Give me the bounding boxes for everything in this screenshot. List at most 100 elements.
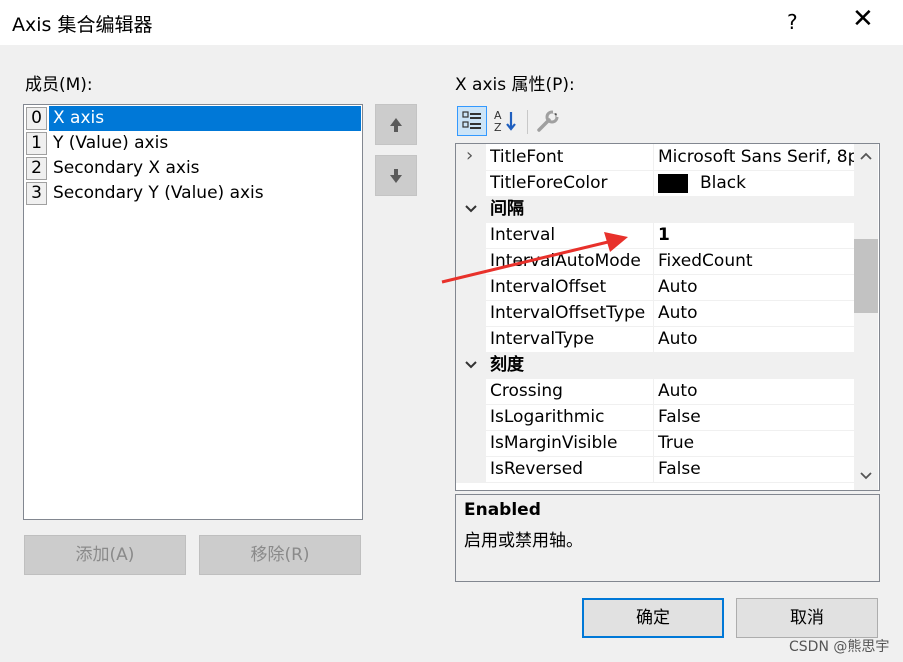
property-name: IntervalType — [490, 329, 595, 349]
property-value[interactable]: Auto — [658, 326, 697, 352]
property-name: IntervalOffsetType — [490, 303, 646, 323]
property-row[interactable]: IntervalAutoMode FixedCount — [456, 248, 854, 275]
cancel-button[interactable]: 取消 — [736, 598, 878, 638]
column-divider — [653, 274, 654, 300]
category-row[interactable]: 刻度 — [456, 352, 854, 379]
close-button[interactable]: ✕ — [852, 4, 874, 34]
property-name: TitleFont — [490, 147, 564, 167]
row-gutter — [456, 248, 486, 274]
arrow-down-icon — [390, 169, 402, 183]
row-gutter — [456, 456, 486, 482]
property-value-color[interactable]: Black — [658, 170, 746, 196]
column-divider — [653, 456, 654, 482]
column-divider — [653, 248, 654, 274]
property-pages-button[interactable] — [533, 106, 563, 136]
row-gutter — [456, 378, 486, 404]
members-list[interactable]: 0 X axis 1 Y (Value) axis 2 Secondary X … — [23, 104, 363, 520]
property-value[interactable]: Auto — [658, 274, 697, 300]
column-divider — [653, 378, 654, 404]
property-name: TitleForeColor — [490, 173, 608, 193]
alphabetical-view-button[interactable]: A Z — [491, 106, 521, 136]
member-index: 3 — [26, 182, 47, 205]
column-divider — [653, 430, 654, 456]
members-label: 成员(M): — [25, 75, 93, 95]
member-name: Secondary X axis — [53, 158, 200, 178]
expand-icon[interactable]: › — [466, 145, 473, 166]
help-button[interactable]: ? — [787, 10, 798, 34]
property-name: Interval — [490, 225, 556, 245]
color-swatch — [658, 173, 688, 193]
categorized-view-button[interactable] — [457, 106, 487, 136]
property-row[interactable]: TitleForeColor Black — [456, 170, 854, 197]
remove-button[interactable]: 移除(R) — [199, 535, 361, 575]
column-divider — [653, 170, 654, 196]
property-row[interactable]: › TitleFont Microsoft Sans Serif, 8p — [456, 144, 858, 171]
svg-text:Z: Z — [494, 121, 502, 134]
toolbar-divider — [527, 110, 528, 134]
property-name: IsLogarithmic — [490, 407, 605, 427]
property-value[interactable]: FixedCount — [658, 248, 753, 274]
row-gutter — [456, 300, 486, 326]
properties-label: X axis 属性(P): — [455, 75, 575, 95]
column-divider — [653, 404, 654, 430]
property-row[interactable]: Crossing Auto — [456, 378, 854, 405]
property-value[interactable]: 1 — [658, 222, 670, 248]
member-name: Y (Value) axis — [53, 133, 169, 153]
collapse-icon[interactable] — [464, 203, 478, 215]
scroll-down-icon[interactable] — [859, 470, 873, 482]
collapse-icon[interactable] — [464, 359, 478, 371]
category-name: 间隔 — [490, 199, 524, 219]
move-down-button[interactable] — [375, 155, 417, 196]
scroll-up-icon[interactable] — [859, 150, 873, 162]
property-value[interactable]: False — [658, 456, 701, 482]
member-item[interactable]: 3 Secondary Y (Value) axis — [25, 181, 361, 206]
arrow-up-icon — [390, 118, 402, 132]
row-gutter — [456, 170, 486, 196]
property-value[interactable]: Microsoft Sans Serif, 8p — [658, 144, 858, 170]
ok-button[interactable]: 确定 — [582, 598, 724, 638]
category-row[interactable]: 间隔 — [456, 196, 854, 223]
scrollbar-thumb[interactable] — [854, 239, 878, 313]
property-name: IsReversed — [490, 459, 583, 479]
member-item[interactable]: 2 Secondary X axis — [25, 156, 361, 181]
description-text: 启用或禁用轴。 — [464, 531, 583, 551]
member-name: X axis — [49, 106, 361, 131]
property-row[interactable]: IsReversed False — [456, 456, 854, 483]
watermark: CSDN @熊思宇 — [789, 639, 890, 655]
category-name: 刻度 — [490, 355, 524, 375]
wrench-icon — [537, 110, 560, 132]
title-bar: Axis 集合编辑器 ? ✕ — [0, 0, 903, 45]
row-gutter — [456, 326, 486, 352]
property-value[interactable]: False — [658, 404, 701, 430]
property-name: IntervalOffset — [490, 277, 607, 297]
property-name: Crossing — [490, 381, 563, 401]
member-name: Secondary Y (Value) axis — [53, 183, 264, 203]
property-row[interactable]: IsLogarithmic False — [456, 404, 854, 431]
column-divider — [653, 300, 654, 326]
property-value[interactable]: Auto — [658, 378, 697, 404]
row-gutter — [456, 430, 486, 456]
row-gutter: › — [456, 144, 486, 170]
member-index: 0 — [26, 107, 47, 130]
property-row[interactable]: Interval 1 — [456, 222, 854, 249]
property-row[interactable]: IntervalType Auto — [456, 326, 854, 353]
move-up-button[interactable] — [375, 104, 417, 145]
property-value[interactable]: Auto — [658, 300, 697, 326]
vertical-scrollbar[interactable] — [854, 144, 878, 490]
description-panel: Enabled 启用或禁用轴。 — [455, 494, 880, 582]
property-row[interactable]: IntervalOffset Auto — [456, 274, 854, 301]
add-button[interactable]: 添加(A) — [24, 535, 186, 575]
row-gutter — [456, 274, 486, 300]
column-divider — [653, 222, 654, 248]
property-row[interactable]: IntervalOffsetType Auto — [456, 300, 854, 327]
property-value[interactable]: True — [658, 430, 694, 456]
member-index: 2 — [26, 157, 47, 180]
property-row[interactable]: IsMarginVisible True — [456, 430, 854, 457]
color-name: Black — [700, 173, 746, 193]
sort-alpha-icon: A Z — [494, 109, 516, 134]
description-title: Enabled — [464, 500, 541, 520]
member-item[interactable]: 1 Y (Value) axis — [25, 131, 361, 156]
property-grid[interactable]: › TitleFont Microsoft Sans Serif, 8p Tit… — [455, 143, 880, 491]
member-item[interactable]: 0 X axis — [25, 106, 361, 131]
member-index: 1 — [26, 132, 47, 155]
